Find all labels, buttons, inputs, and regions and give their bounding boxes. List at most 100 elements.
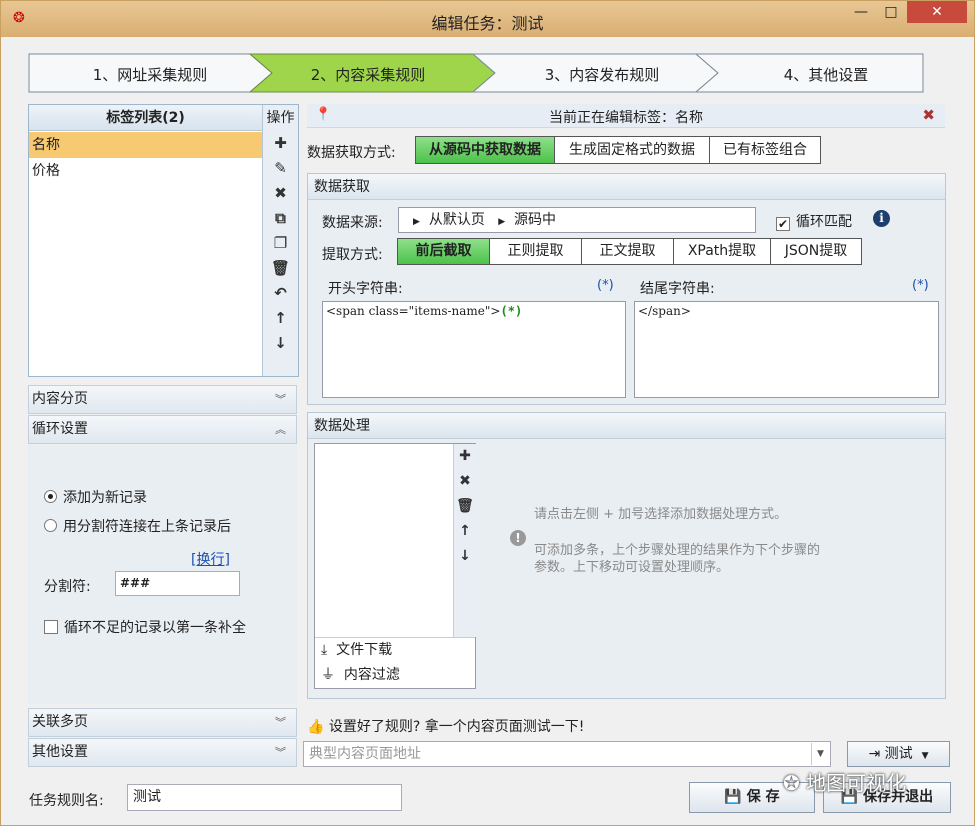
title-bar[interactable]: ❂ 编辑任务：测试 — □ ✕	[1, 1, 974, 37]
tag-list-panel: 标签列表(2) 名称 价格 操作 ✚ ✎ ✖ ⧉ ❐ 🗑 ↶ ↑ ↓	[28, 104, 299, 377]
wizard-step-1[interactable]: 1、网址采集规则	[50, 64, 250, 85]
mode-fixed-button[interactable]: 生成固定格式的数据	[554, 136, 710, 164]
chevron-down-icon: ▼	[921, 751, 929, 761]
radio-new-record-label: 添加为新记录	[63, 490, 147, 506]
plus-icon[interactable]: ✚	[454, 444, 476, 469]
test-hint: 👍 设置好了规则? 拿一个内容页面测试一下!	[307, 716, 584, 736]
wizard-steps: 1、网址采集规则 2、内容采集规则 3、内容发布规则 4、其他设置	[28, 53, 924, 93]
trash-icon[interactable]: 🗑	[263, 256, 298, 281]
fill-checkbox-row[interactable]: 循环不足的记录以第一条补全	[44, 617, 246, 637]
plus-icon[interactable]: ✚	[263, 131, 298, 156]
content-filter-item[interactable]: ⏚ 内容过滤	[315, 663, 475, 688]
start-string-wildcard: (*)	[500, 304, 523, 318]
source-part-default-page[interactable]: 从默认页	[429, 212, 485, 228]
test-button[interactable]: ⇥ 测试 ▼	[847, 741, 950, 767]
mode-label: 数据获取方式:	[307, 145, 396, 161]
extract-regex-button[interactable]: 正则提取	[489, 238, 582, 265]
separator-label: 分割符:	[44, 579, 91, 595]
chevron-double-up-icon: ︽	[275, 423, 286, 436]
radio-new-record[interactable]: 添加为新记录	[44, 487, 147, 507]
data-processing-title: 数据处理	[308, 413, 945, 439]
file-download-item[interactable]: ⤓ 文件下载	[315, 638, 475, 663]
end-string-textarea[interactable]: </span>	[634, 301, 939, 398]
chevron-double-down-icon: ︾	[275, 746, 286, 759]
wizard-step-3[interactable]: 3、内容发布规则	[502, 64, 702, 85]
filter-icon: ⏚	[321, 667, 335, 683]
data-fetch-title: 数据获取	[308, 174, 945, 200]
start-string-textarea[interactable]: <span class="items-name">(*)	[322, 301, 626, 398]
arrow-down-icon[interactable]: ↓	[263, 331, 298, 356]
extract-json-button[interactable]: JSON提取	[770, 238, 862, 265]
section-other-settings[interactable]: 其他设置 ︾	[28, 738, 297, 767]
breadcrumb-arrow-icon: ▶	[413, 217, 420, 227]
fill-checkbox-label: 循环不足的记录以第一条补全	[64, 620, 246, 636]
close-button[interactable]: ✕	[907, 1, 967, 23]
radio-join-record-dot[interactable]	[44, 519, 57, 532]
extract-xpath-button[interactable]: XPath提取	[673, 238, 771, 265]
info-icon[interactable]: i	[873, 210, 890, 227]
data-processing-group: 数据处理 ✚ ✖ 🗑 ↑ ↓ ⤓ 文件下载 ⏚ 内容过滤 请点击左侧 + 加号选…	[307, 412, 946, 699]
test-hint-text: 设置好了规则? 拿一个内容页面测试一下!	[328, 719, 585, 735]
window-title: 编辑任务：测试	[431, 14, 544, 33]
mode-combine-button[interactable]: 已有标签组合	[709, 136, 821, 164]
source-label: 数据来源:	[322, 215, 383, 231]
close-icon[interactable]: ✖	[263, 181, 298, 206]
processing-ops: ✚ ✖ 🗑 ↑ ↓	[453, 444, 476, 637]
tag-list: 名称 价格	[29, 132, 262, 184]
processing-add-menu: ⤓ 文件下载 ⏚ 内容过滤	[315, 637, 475, 688]
save-button-label: 保 存	[746, 789, 780, 805]
processing-list[interactable]: ✚ ✖ 🗑 ↑ ↓ ⤓ 文件下载 ⏚ 内容过滤	[314, 443, 476, 689]
end-wildcard-insert[interactable]: (*)	[912, 278, 929, 293]
source-breadcrumb[interactable]: ▶ 从默认页 ▶ 源码中	[398, 207, 756, 233]
section-related-paging[interactable]: 关联多页 ︾	[28, 708, 297, 737]
fill-checkbox[interactable]	[44, 620, 58, 634]
arrow-down-icon[interactable]: ↓	[454, 544, 476, 569]
extract-text-button[interactable]: 正文提取	[581, 238, 674, 265]
pencil-icon[interactable]: ✎	[263, 156, 298, 181]
wizard-step-4[interactable]: 4、其他设置	[726, 64, 926, 85]
radio-join-record[interactable]: 用分割符连接在上条记录后	[44, 516, 231, 536]
wizard-step-2[interactable]: 2、内容采集规则	[268, 64, 468, 85]
section-content-paging[interactable]: 内容分页 ︾	[28, 385, 297, 414]
loop-match-checkbox[interactable]: ✔	[776, 217, 790, 231]
arrow-up-icon[interactable]: ↑	[454, 519, 476, 544]
close-icon[interactable]: ✖	[454, 469, 476, 494]
minimize-button[interactable]: —	[847, 1, 875, 23]
login-icon: ⇥	[868, 746, 881, 762]
ops-title: 操作	[266, 110, 295, 126]
close-icon[interactable]: ✖	[922, 106, 935, 124]
processing-hint-1: 请点击左侧 + 加号选择添加数据处理方式。	[534, 507, 788, 522]
radio-new-record-dot[interactable]	[44, 490, 57, 503]
download-icon: ⤓	[321, 642, 328, 658]
rule-name-input[interactable]: 测试	[127, 784, 402, 811]
test-button-label: 测试	[884, 746, 913, 762]
separator-input[interactable]: ###	[115, 571, 240, 596]
chevron-down-icon[interactable]: ▼	[811, 743, 829, 765]
tag-list-title: 标签列表(2)	[29, 105, 262, 131]
breadcrumb-arrow-icon: ▶	[498, 217, 506, 227]
tag-item-price[interactable]: 价格	[29, 158, 262, 184]
copy-icon[interactable]: ⧉	[263, 206, 298, 231]
loop-settings-body: 添加为新记录 用分割符连接在上条记录后 [换行] 分割符: ### 循环不足的记…	[28, 445, 297, 704]
radio-join-record-label: 用分割符连接在上条记录后	[63, 519, 231, 535]
paste-icon[interactable]: ❐	[263, 231, 298, 256]
section-loop-settings[interactable]: 循环设置 ︽	[28, 415, 297, 444]
arrow-up-icon[interactable]: ↑	[263, 306, 298, 331]
tag-item-name[interactable]: 名称	[29, 132, 262, 158]
url-input[interactable]: 典型内容页面地址	[303, 741, 831, 767]
newline-link[interactable]: [换行]	[191, 549, 230, 569]
chevron-double-down-icon: ︾	[275, 716, 286, 729]
mode-source-button[interactable]: 从源码中获取数据	[415, 136, 555, 164]
start-wildcard-insert[interactable]: (*)	[597, 278, 614, 293]
extract-label: 提取方式:	[322, 247, 383, 263]
loop-match-checkbox-row[interactable]: ✔ 循环匹配	[776, 211, 852, 231]
source-part-source-code[interactable]: 源码中	[514, 212, 556, 228]
thumbs-up-icon: 👍	[307, 719, 325, 735]
start-string-value: <span class="items-name">	[326, 304, 501, 318]
trash-icon[interactable]: 🗑	[454, 494, 476, 519]
section-other-settings-label: 其他设置	[32, 744, 88, 760]
section-loop-settings-label: 循环设置	[32, 421, 88, 437]
maximize-button[interactable]: □	[877, 1, 905, 23]
extract-before-after-button[interactable]: 前后截取	[397, 238, 490, 265]
undo-icon[interactable]: ↶	[263, 281, 298, 306]
